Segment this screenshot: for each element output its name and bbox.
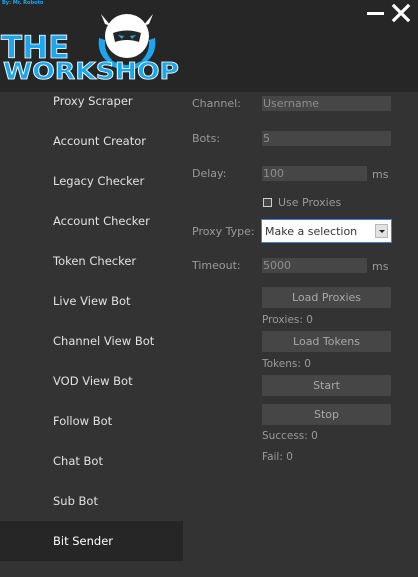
minimize-icon[interactable] <box>366 3 386 23</box>
sidebar-item-proxy-scraper[interactable]: Proxy Scraper <box>0 81 183 121</box>
stop-button[interactable]: Stop <box>262 404 391 425</box>
fail-count: Fail: 0 <box>262 451 293 463</box>
app-logo: THE WORKSHOP <box>1 14 179 84</box>
timeout-unit: ms <box>372 260 389 273</box>
channel-input[interactable]: Username <box>262 96 391 111</box>
success-count: Success: 0 <box>262 430 318 442</box>
sidebar-item-bit-sender[interactable]: Bit Sender <box>0 521 183 561</box>
proxy-type-value: Make a selection <box>265 225 358 238</box>
bots-label: Bots: <box>192 132 221 145</box>
proxy-type-select[interactable]: Make a selection <box>261 219 392 243</box>
timeout-label: Timeout: <box>192 259 241 272</box>
delay-input[interactable]: 100 <box>262 166 367 181</box>
sidebar-item-follow-bot[interactable]: Follow Bot <box>0 401 183 441</box>
sidebar: Proxy Scraper Account Creator Legacy Che… <box>0 92 183 577</box>
bit-sender-panel: Channel: Username Bots: 5 Delay: 100 ms … <box>183 92 418 577</box>
sidebar-item-account-checker[interactable]: Account Checker <box>0 201 183 241</box>
sidebar-item-live-view-bot[interactable]: Live View Bot <box>0 281 183 321</box>
start-button[interactable]: Start <box>262 375 391 396</box>
delay-unit: ms <box>372 168 389 181</box>
load-tokens-button[interactable]: Load Tokens <box>262 331 391 352</box>
delay-label: Delay: <box>192 167 227 180</box>
app-header: By: Mr. Roboto THE WORKSHOP <box>0 0 418 92</box>
sidebar-item-sub-bot[interactable]: Sub Bot <box>0 481 183 521</box>
sidebar-item-legacy-checker[interactable]: Legacy Checker <box>0 161 183 201</box>
sidebar-item-token-checker[interactable]: Token Checker <box>0 241 183 281</box>
use-proxies-label: Use Proxies <box>278 196 342 209</box>
sidebar-item-vod-view-bot[interactable]: VOD View Bot <box>0 361 183 401</box>
close-icon[interactable] <box>391 3 411 23</box>
tokens-count: Tokens: 0 <box>262 358 311 370</box>
sidebar-item-account-creator[interactable]: Account Creator <box>0 121 183 161</box>
proxies-count: Proxies: 0 <box>262 314 313 326</box>
load-proxies-button[interactable]: Load Proxies <box>262 287 391 308</box>
chevron-down-icon <box>375 224 388 238</box>
use-proxies-checkbox[interactable] <box>263 198 272 207</box>
bots-input[interactable]: 5 <box>262 131 391 146</box>
sidebar-item-chat-bot[interactable]: Chat Bot <box>0 441 183 481</box>
channel-label: Channel: <box>192 97 241 110</box>
sidebar-item-channel-view-bot[interactable]: Channel View Bot <box>0 321 183 361</box>
timeout-input[interactable]: 5000 <box>262 258 367 273</box>
proxy-type-label: Proxy Type: <box>192 225 255 238</box>
